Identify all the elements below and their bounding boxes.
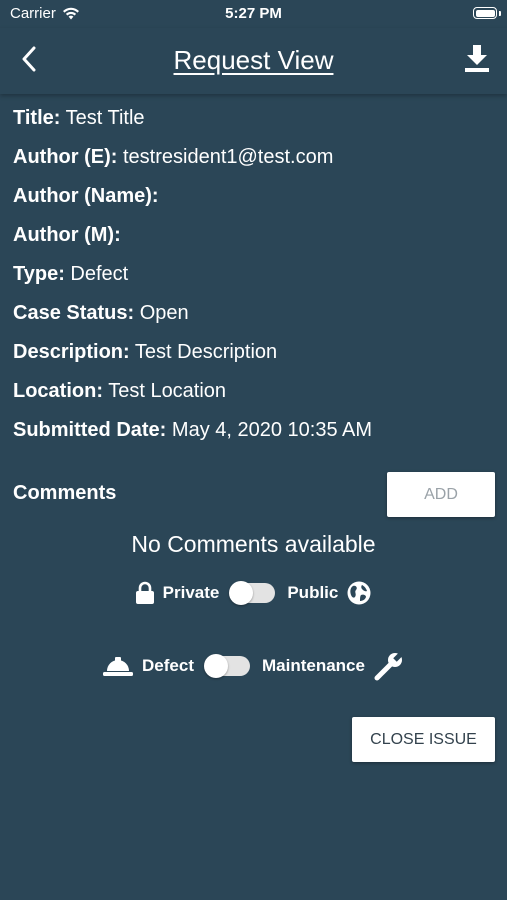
battery-icon	[473, 7, 497, 19]
download-icon	[465, 45, 489, 72]
issue-type-toggle-row: Defect Maintenance	[0, 650, 507, 682]
globe-icon	[346, 580, 372, 606]
issue-type-switch[interactable]	[203, 654, 250, 678]
download-button[interactable]	[463, 43, 491, 75]
status-time: 5:27 PM	[225, 5, 282, 22]
detail-author-name: Author (Name):	[13, 185, 493, 224]
detail-submitted-date: Submitted Date: May 4, 2020 10:35 AM	[13, 419, 493, 458]
detail-label: Submitted Date:	[13, 419, 167, 441]
detail-value: Open	[139, 302, 189, 324]
detail-value: May 4, 2020 10:35 AM	[171, 419, 373, 441]
status-bar: Carrier 5:27 PM	[0, 0, 507, 28]
detail-value: Test Location	[108, 380, 227, 402]
detail-case-status: Case Status: Open	[13, 302, 493, 341]
detail-value: testresident1@test.com	[122, 146, 334, 168]
page-title: Request View	[173, 45, 334, 75]
public-label: Public	[287, 583, 339, 602]
wrench-icon	[373, 650, 405, 682]
detail-label: Case Status:	[13, 302, 135, 324]
detail-label: Description:	[13, 341, 130, 363]
detail-author-email: Author (E): testresident1@test.com	[13, 146, 493, 185]
detail-value: Defect	[70, 263, 129, 285]
request-details: Title: Test Title Author (E): testreside…	[13, 107, 493, 458]
navigation-bar: Request View	[0, 28, 507, 94]
lock-icon	[135, 581, 155, 605]
detail-location: Location: Test Location	[13, 380, 493, 419]
detail-value: Test Description	[134, 341, 278, 363]
maintenance-label: Maintenance	[261, 656, 365, 675]
battery-tip	[499, 11, 501, 16]
add-comment-button[interactable]: ADD	[387, 472, 495, 517]
detail-label: Author (M):	[13, 224, 121, 246]
detail-label: Type:	[13, 263, 65, 285]
detail-label: Title:	[13, 107, 61, 129]
detail-value: Test Title	[65, 107, 145, 129]
privacy-switch[interactable]	[229, 581, 276, 605]
detail-label: Location:	[13, 380, 103, 402]
empty-comments-message: No Comments available	[131, 531, 376, 557]
detail-label: Author (E):	[13, 146, 118, 168]
detail-label: Author (Name):	[13, 185, 159, 207]
hard-hat-icon	[102, 653, 134, 679]
defect-label: Defect	[142, 656, 194, 675]
detail-author-mobile: Author (M):	[13, 224, 493, 263]
detail-description: Description: Test Description	[13, 341, 493, 380]
close-issue-button[interactable]: CLOSE ISSUE	[352, 717, 495, 762]
switch-knob	[229, 581, 254, 605]
privacy-toggle-row: Private Public	[0, 577, 507, 609]
detail-type: Type: Defect	[13, 263, 493, 302]
private-label: Private	[162, 583, 220, 602]
switch-knob	[203, 654, 228, 678]
detail-title: Title: Test Title	[13, 107, 493, 146]
comments-header: Comments	[13, 482, 117, 504]
